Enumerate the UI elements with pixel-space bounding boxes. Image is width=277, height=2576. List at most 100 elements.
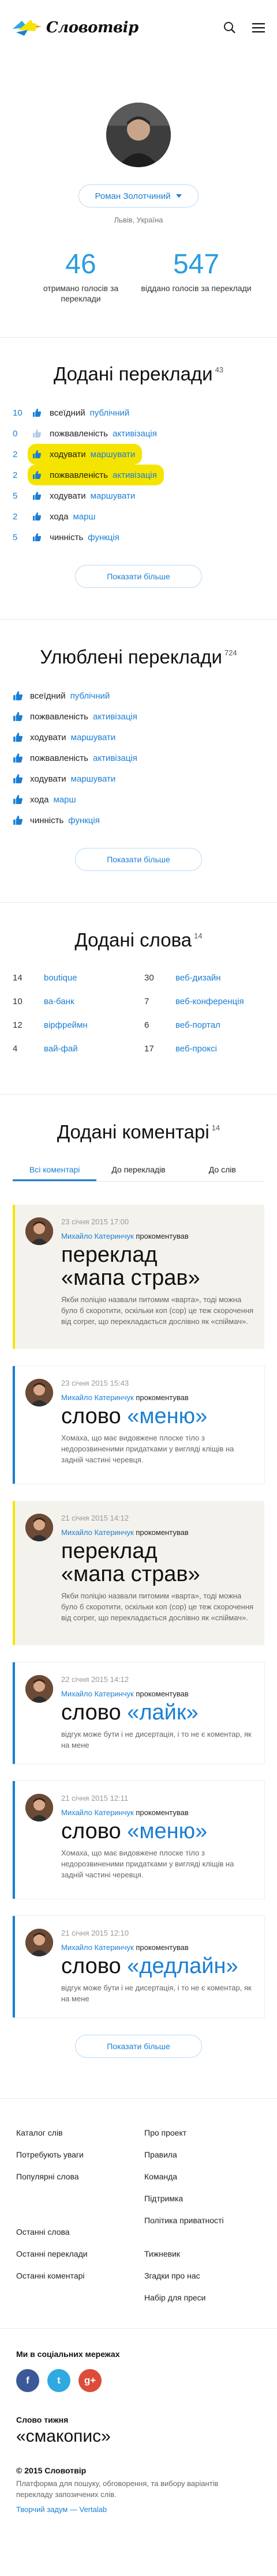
- list-item[interactable]: ходувати маршувати: [13, 768, 277, 789]
- comment-card[interactable]: 23 січня 2015 15:43 Михайло Катеринчук п…: [13, 1366, 264, 1484]
- thumb-up-icon[interactable]: [32, 404, 50, 421]
- list-item[interactable]: 2 пожвавленість активізація: [13, 465, 277, 486]
- thumb-up-icon[interactable]: [13, 749, 30, 767]
- thumb-up-icon[interactable]: [13, 791, 30, 808]
- thumb-up-icon[interactable]: [32, 446, 50, 463]
- list-item[interactable]: чинність функція: [13, 810, 277, 831]
- google-plus-icon[interactable]: g+: [78, 2369, 102, 2393]
- translation-link[interactable]: маршувати: [71, 774, 116, 784]
- word-link[interactable]: вай-фай: [44, 1044, 78, 1054]
- footer-link[interactable]: Останні коментарі: [16, 2265, 133, 2287]
- thumb-up-icon[interactable]: [13, 770, 30, 787]
- comment-card[interactable]: 23 січня 2015 17:00 Михайло Катеринчук п…: [13, 1205, 264, 1349]
- word-of-week-link[interactable]: «смакопис»: [16, 2427, 277, 2446]
- translation-link[interactable]: активізація: [113, 470, 157, 480]
- translation-link[interactable]: марш: [73, 512, 95, 522]
- list-item[interactable]: 4 вай-фай: [13, 1037, 133, 1061]
- footer-link[interactable]: Підтримка: [144, 2187, 261, 2209]
- search-icon[interactable]: [222, 20, 238, 36]
- thumb-up-icon[interactable]: [13, 729, 30, 746]
- author-link[interactable]: Михайло Катеринчук: [61, 1528, 134, 1537]
- thumb-up-icon[interactable]: [32, 466, 50, 484]
- translation-link[interactable]: функція: [88, 533, 119, 542]
- comment-card[interactable]: 21 січня 2015 12:10 Михайло Катеринчук п…: [13, 1916, 264, 2018]
- twitter-icon[interactable]: t: [47, 2369, 70, 2393]
- footer-link[interactable]: Останні переклади: [16, 2243, 133, 2265]
- list-item[interactable]: ходувати маршувати: [13, 727, 277, 748]
- list-item[interactable]: 30 веб-дизайн: [144, 966, 264, 990]
- translation-link[interactable]: активізація: [113, 429, 157, 439]
- thumb-up-icon[interactable]: [32, 425, 50, 442]
- footer-link[interactable]: Правила: [144, 2144, 261, 2166]
- translation-link[interactable]: марш: [53, 795, 76, 805]
- footer-link[interactable]: Набір для преси: [144, 2287, 261, 2309]
- facebook-icon[interactable]: f: [16, 2369, 39, 2393]
- user-dropdown[interactable]: Роман Золотчиний: [78, 184, 199, 208]
- translation-link[interactable]: маршувати: [91, 450, 136, 459]
- comment-title[interactable]: слово «меню»: [61, 1405, 255, 1428]
- translation-link[interactable]: маршувати: [71, 733, 116, 742]
- footer-link[interactable]: Політика приватності: [144, 2209, 261, 2231]
- translation-link[interactable]: маршувати: [91, 491, 136, 501]
- translation-link[interactable]: публічний: [90, 408, 130, 418]
- tab-words[interactable]: До слів: [181, 1158, 264, 1181]
- list-item[interactable]: 14 boutique: [13, 966, 133, 990]
- show-more-button[interactable]: Показати більше: [75, 848, 202, 872]
- logo[interactable]: Словотвір: [10, 16, 138, 39]
- comment-title[interactable]: слово «меню»: [61, 1820, 255, 1843]
- comment-card[interactable]: 21 січня 2015 14:12 Михайло Катеринчук п…: [13, 1501, 264, 1646]
- author-link[interactable]: Михайло Катеринчук: [61, 1808, 134, 1817]
- word-link[interactable]: boutique: [44, 973, 77, 983]
- translation-link[interactable]: публічний: [70, 691, 110, 701]
- translation-link[interactable]: функція: [68, 816, 100, 825]
- word-link[interactable]: веб-портал: [175, 1020, 220, 1030]
- comment-title[interactable]: переклад «мапа страв»: [61, 1540, 255, 1586]
- list-item[interactable]: 2 хода марш: [13, 506, 277, 527]
- footer-link[interactable]: Останні слова: [16, 2221, 133, 2243]
- comment-title[interactable]: слово «лайк»: [61, 1701, 255, 1725]
- show-more-button[interactable]: Показати більше: [75, 565, 202, 589]
- list-item[interactable]: 5 чинність функція: [13, 527, 277, 548]
- footer-link[interactable]: Каталог слів: [16, 2122, 133, 2144]
- author-link[interactable]: Михайло Катеринчук: [61, 1689, 134, 1698]
- list-item[interactable]: хода марш: [13, 789, 277, 810]
- comment-title[interactable]: переклад «мапа страв»: [61, 1243, 255, 1290]
- thumb-up-icon[interactable]: [32, 487, 50, 504]
- list-item[interactable]: 17 веб-проксі: [144, 1037, 264, 1061]
- list-item[interactable]: 6 веб-портал: [144, 1013, 264, 1037]
- footer-link[interactable]: Про проект: [144, 2122, 261, 2144]
- comment-card[interactable]: 21 січня 2015 12:11 Михайло Катеринчук п…: [13, 1781, 264, 1899]
- thumb-up-icon[interactable]: [32, 529, 50, 546]
- list-item[interactable]: пожвавленість активізація: [13, 706, 277, 727]
- footer-link[interactable]: Тижневик: [144, 2243, 261, 2265]
- comment-card[interactable]: 22 січня 2015 14:12 Михайло Катеринчук п…: [13, 1662, 264, 1764]
- author-link[interactable]: Михайло Катеринчук: [61, 1943, 134, 1952]
- tab-translations[interactable]: До перекладів: [96, 1158, 180, 1181]
- list-item[interactable]: 12 вірфреймн: [13, 1013, 133, 1037]
- word-link[interactable]: ва-банк: [44, 997, 74, 1006]
- footer-link[interactable]: Команда: [144, 2166, 261, 2187]
- show-more-button[interactable]: Показати більше: [75, 2035, 202, 2058]
- list-item[interactable]: 10 всеїдний публічний: [13, 402, 277, 423]
- author-link[interactable]: Михайло Катеринчук: [61, 1393, 134, 1402]
- list-item[interactable]: 7 веб-конференція: [144, 990, 264, 1013]
- word-link[interactable]: веб-дизайн: [175, 973, 221, 983]
- word-link[interactable]: веб-конференція: [175, 997, 244, 1006]
- thumb-up-icon[interactable]: [13, 687, 30, 704]
- footer-link[interactable]: Популярні слова: [16, 2166, 133, 2187]
- thumb-up-icon[interactable]: [13, 708, 30, 725]
- menu-icon[interactable]: [250, 20, 267, 36]
- word-link[interactable]: веб-проксі: [175, 1044, 217, 1054]
- translation-link[interactable]: активізація: [93, 753, 137, 763]
- list-item[interactable]: всеїдний публічний: [13, 685, 277, 706]
- footer-link[interactable]: Згадки про нас: [144, 2265, 261, 2287]
- thumb-up-icon[interactable]: [13, 812, 30, 829]
- comment-title[interactable]: слово «дедлайн»: [61, 1955, 255, 1978]
- word-link[interactable]: вірфреймн: [44, 1020, 88, 1030]
- credit-link[interactable]: Творчий задум — Vertalab: [16, 2505, 277, 2514]
- tab-all-comments[interactable]: Всі коментарі: [13, 1158, 97, 1182]
- list-item[interactable]: 5 ходувати маршувати: [13, 485, 277, 506]
- author-link[interactable]: Михайло Катеринчук: [61, 1232, 134, 1240]
- list-item[interactable]: 10 ва-банк: [13, 990, 133, 1013]
- footer-link[interactable]: Потребують уваги: [16, 2144, 133, 2166]
